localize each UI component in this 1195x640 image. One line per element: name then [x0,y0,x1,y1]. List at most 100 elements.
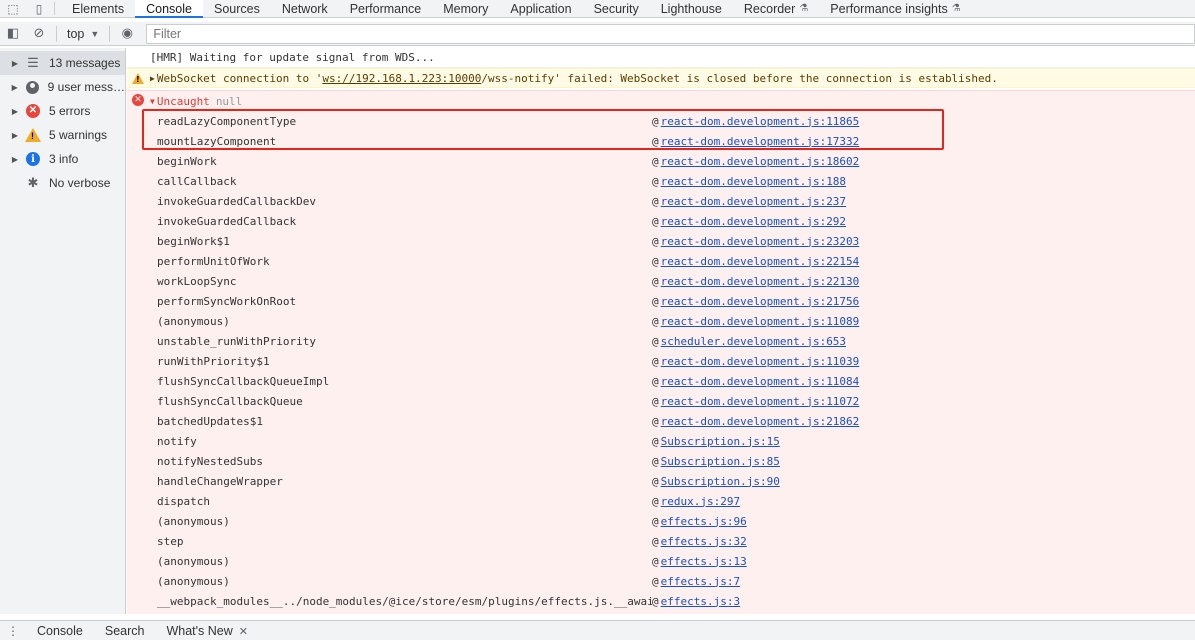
experimental-flask-icon: ⚗ [799,3,809,14]
caret-right-icon[interactable]: ▶ [8,155,22,164]
stack-frame-function: unstable_runWithPriority [157,334,316,348]
filter-input[interactable]: Filter [146,23,1195,44]
tab-sources[interactable]: Sources [203,0,271,17]
stack-frame-source-link[interactable]: react-dom.development.js:22130 [661,275,860,288]
stack-frame-source-link[interactable]: react-dom.development.js:11084 [661,375,860,388]
tab-security[interactable]: Security [583,0,650,17]
at-symbol: @ [652,314,659,328]
devtools-tab-bar: ⬚ ▯ Elements Console Sources Network Perform… [0,0,1195,18]
stack-frame-source-link[interactable]: react-dom.development.js:11072 [661,395,860,408]
stack-frame-source-link[interactable]: react-dom.development.js:18602 [661,155,860,168]
tab-performance[interactable]: Performance [339,0,433,17]
stack-frame-source-link[interactable]: Subscription.js:90 [661,475,780,488]
drawer-tab-what-s-new[interactable]: What's New ✕ [155,624,259,638]
drawer-tab-search[interactable]: Search [94,624,156,638]
tab-label: Performance [349,1,422,16]
caret-right-icon[interactable]: ▶ [8,131,22,140]
drawer-tab-console[interactable]: Console [26,624,94,638]
stack-frame-source-link[interactable]: scheduler.development.js:653 [661,335,846,348]
stack-frame-source-link[interactable]: effects.js:96 [661,515,747,528]
stack-frame-source-link[interactable]: effects.js:3 [661,595,740,608]
drawer-tab-label: Search [104,623,145,638]
websocket-url-link[interactable]: ws://192.168.1.223:10000 [322,72,481,85]
stack-frame-source-link[interactable]: react-dom.development.js:11039 [661,355,860,368]
tab-recorder[interactable]: Recorder ⚗ [733,0,819,17]
live-expression-eye-icon[interactable]: ◉ [114,22,140,46]
tab-network[interactable]: Network [271,0,339,17]
experimental-flask-icon: ⚗ [951,3,961,14]
console-messages: [HMR] Waiting for update signal from WDS… [127,48,1195,614]
tab-application[interactable]: Application [499,0,582,17]
at-symbol: @ [652,334,659,348]
at-symbol: @ [652,214,659,228]
stack-frame-source-link[interactable]: react-dom.development.js:21862 [661,415,860,428]
stack-frame-source-link[interactable]: react-dom.development.js:11865 [661,115,860,128]
sidebar-item-3-info[interactable]: ▶ i 3 info [0,147,125,171]
stack-frame-source-link[interactable]: react-dom.development.js:188 [661,175,846,188]
stack-frame-source-link[interactable]: effects.js:7 [661,575,740,588]
tab-label: Network [281,1,328,16]
sidebar-item-label: 9 user mess… [47,80,125,94]
close-icon[interactable]: ✕ [239,626,248,638]
stack-frame: flushSyncCallbackQueue @ react-dom.develop… [127,391,1195,411]
stack-frame-function: (anonymous) [157,574,230,588]
at-symbol: @ [652,534,659,548]
stack-frame: beginWork @ react-dom.development.js:18602 [127,151,1195,171]
tab-console[interactable]: Console [135,0,203,18]
at-symbol: @ [652,274,659,288]
context-selector[interactable]: top ▼ [61,27,105,41]
stack-frame-function: invokeGuardedCallbackDev [157,194,316,208]
caret-right-icon[interactable]: ▶ [8,83,21,92]
error-glyph: ✕ [26,104,40,118]
log-message-hmr[interactable]: [HMR] Waiting for update signal from WDS… [127,48,1195,68]
sidebar-toggle-icon[interactable]: ◧ [0,22,26,46]
stack-frame-source-link[interactable]: react-dom.development.js:17332 [661,135,860,148]
tab-elements[interactable]: Elements [61,0,135,17]
stack-frame-function: performSyncWorkOnRoot [157,294,297,308]
tab-lighthouse[interactable]: Lighthouse [650,0,733,17]
sidebar-item-5-errors[interactable]: ▶ ✕ 5 errors [0,99,125,123]
error-header[interactable]: ✕ ▼ Uncaught null [127,91,1195,111]
stack-frame-source-link[interactable]: react-dom.development.js:21756 [661,295,860,308]
inspect-element-icon[interactable]: ⬚ [0,0,26,17]
stack-frame-source-link[interactable]: Subscription.js:15 [661,435,780,448]
clear-console-icon[interactable]: ⊘ [26,22,52,46]
sidebar-item-9-user-mess[interactable]: ▶ 9 user mess… [0,75,125,99]
sidebar-item-label: 5 errors [49,104,91,118]
device-toolbar-icon[interactable]: ▯ [26,0,52,17]
stack-frame-source-link[interactable]: react-dom.development.js:292 [661,215,846,228]
sidebar-item-5-warnings[interactable]: ▶! 5 warnings [0,123,125,147]
at-symbol: @ [652,474,659,488]
expand-triangle-icon[interactable]: ▶ [150,74,155,83]
stack-frame-source-link[interactable]: effects.js:32 [661,535,747,548]
stack-frame-source-link[interactable]: redux.js:297 [661,495,740,508]
tab-memory[interactable]: Memory [432,0,499,17]
sidebar-item-no-verbose[interactable]: ✱ No verbose [0,171,125,195]
context-selector-label: top [67,26,85,41]
stack-frame-source-link[interactable]: react-dom.development.js:237 [661,195,846,208]
stack-frame: dispatch @ redux.js:297 [127,491,1195,511]
drawer-menu-icon[interactable]: ⋮ [0,624,26,638]
tab-divider [54,2,55,15]
stack-frame-source-link[interactable]: react-dom.development.js:22154 [661,255,860,268]
tab-performance-insights[interactable]: Performance insights ⚗ [819,0,971,17]
stack-frame: unstable_runWithPriority @ scheduler.devel… [127,331,1195,351]
stack-frame-source-link[interactable]: react-dom.development.js:11089 [661,315,860,328]
stack-frame-function: notifyNestedSubs [157,454,263,468]
collapse-triangle-icon[interactable]: ▼ [150,97,155,106]
at-symbol: @ [652,114,659,128]
stack-frame: performSyncWorkOnRoot @ react-dom.developm… [127,291,1195,311]
stack-frame-source-link[interactable]: react-dom.development.js:23203 [661,235,860,248]
stack-frame: performUnitOfWork @ react-dom.development.… [127,251,1195,271]
stack-frame-source-link[interactable]: effects.js:13 [661,555,747,568]
at-symbol: @ [652,574,659,588]
stack-frame-source-link[interactable]: Subscription.js:85 [661,455,780,468]
filter-placeholder: Filter [153,26,182,41]
caret-right-icon[interactable]: ▶ [8,59,22,68]
warning-message-websocket[interactable]: ! ▶ WebSocket connection to ' ws://192.1… [127,68,1195,88]
log-text: [HMR] Waiting for update signal from WDS… [150,51,435,64]
caret-right-icon[interactable]: ▶ [8,107,22,116]
sidebar-item-13-messages[interactable]: ▶ ☰ 13 messages [0,51,125,75]
stack-frame: callCallback @ react-dom.development.js:18… [127,171,1195,191]
caret-down-icon: ▼ [90,28,100,39]
